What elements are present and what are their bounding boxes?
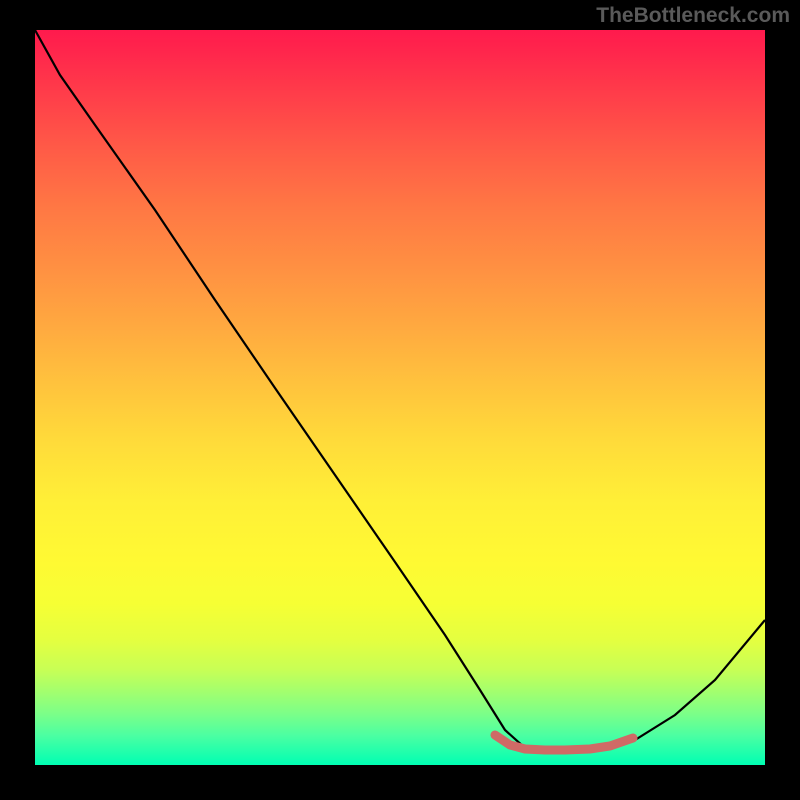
chart-plot-area bbox=[35, 30, 765, 765]
watermark-text: TheBottleneck.com bbox=[596, 4, 790, 28]
highlight-segment-path bbox=[495, 735, 633, 750]
bottleneck-curve-path bbox=[35, 30, 765, 750]
chart-svg bbox=[35, 30, 765, 765]
